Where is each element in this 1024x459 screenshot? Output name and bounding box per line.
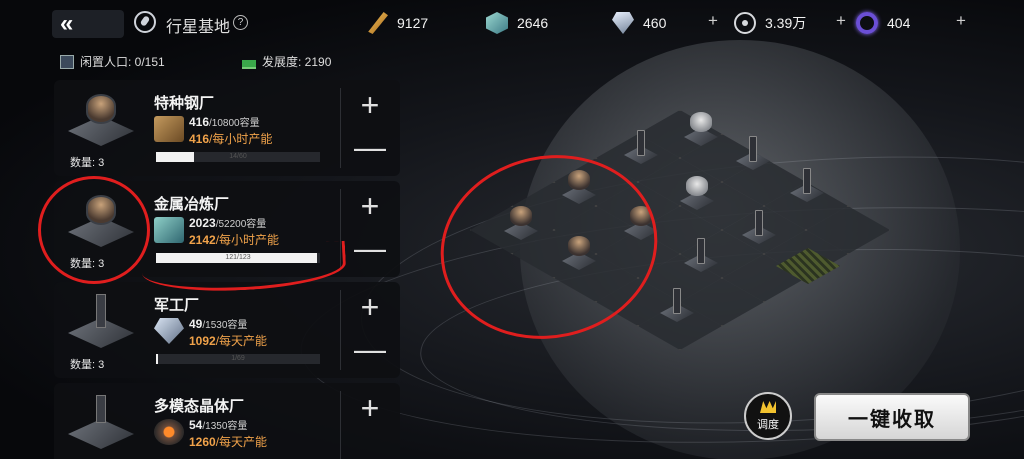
resource-value: 2646	[517, 15, 549, 31]
factory-name: 多模态晶体厂	[154, 398, 245, 415]
atom-icon	[734, 12, 756, 34]
factory-capacity: 49/1530容量	[189, 317, 248, 331]
collect-all-label: 一键收取	[848, 408, 936, 431]
factory-rate: 1092/每天产能	[189, 334, 268, 348]
dispatch-label: 调度	[757, 419, 779, 431]
top-bar: « 行星基地 ? 9127 2646 460 + 3.39万 + 404 +	[0, 0, 1024, 46]
factory-capacity: 416/10800容量	[189, 115, 260, 129]
crystal-core-icon	[154, 419, 184, 445]
growth-chart-icon	[242, 54, 256, 69]
add-ring-button[interactable]: +	[956, 11, 966, 31]
back-button[interactable]: «	[52, 10, 124, 38]
crown-icon	[760, 401, 776, 413]
factory-progress-bar: 14/60	[156, 152, 320, 162]
crystal-icon	[612, 12, 634, 34]
factory-controls: + —	[348, 185, 392, 269]
population-icon	[60, 54, 74, 69]
resource-value: 9127	[397, 15, 429, 31]
resource-cube: 2646	[486, 9, 548, 37]
collect-all-button[interactable]: 一键收取	[814, 393, 970, 441]
resource-ring: 404	[856, 9, 910, 37]
remove-factory-button[interactable]: —	[354, 328, 386, 370]
resource-value: 3.39万	[765, 15, 807, 31]
feather-icon	[368, 12, 388, 34]
factory-image	[68, 92, 134, 146]
armament-crystal-icon	[154, 318, 184, 344]
factory-count: 数量: 3	[70, 157, 105, 169]
ring-icon	[856, 12, 878, 34]
factory-capacity: 2023/52200容量	[189, 216, 267, 230]
resource-atom: 3.39万	[734, 9, 806, 37]
factory-card-multimodal-crystal[interactable]: 多模态晶体厂 54/1350容量 1260/每天产能 +	[54, 383, 400, 459]
factory-name: 特种钢厂	[154, 95, 215, 112]
cube-icon	[486, 12, 508, 34]
highlight-circle	[38, 176, 150, 284]
factory-image	[68, 395, 134, 449]
resource-value: 404	[887, 15, 911, 31]
resource-value: 460	[643, 15, 667, 31]
development-level: 发展度: 2190	[242, 53, 331, 70]
remove-factory-button[interactable]: —	[354, 227, 386, 269]
factory-controls: + —	[348, 84, 392, 168]
factory-count: 数量: 3	[70, 359, 105, 371]
back-icon: «	[60, 10, 74, 37]
add-atom-button[interactable]: +	[836, 11, 846, 31]
factory-rate: 416/每小时产能	[189, 132, 273, 146]
help-icon[interactable]: ?	[233, 15, 248, 30]
factory-controls: + —	[348, 286, 392, 370]
dispatch-button[interactable]: 调度	[744, 392, 792, 440]
idle-population-text: 闲置人口: 0/151	[80, 55, 165, 69]
add-factory-button[interactable]: +	[361, 185, 380, 227]
factory-rate: 1260/每天产能	[189, 435, 268, 449]
factory-card-military[interactable]: 数量: 3 军工厂 49/1530容量 1092/每天产能 1/69 + —	[54, 282, 400, 378]
rocket-icon	[134, 11, 156, 33]
steel-crate-icon	[154, 116, 184, 142]
factory-capacity: 54/1350容量	[189, 418, 248, 432]
factory-controls: +	[348, 387, 392, 429]
remove-factory-button[interactable]: —	[354, 126, 386, 168]
factory-card-special-steel[interactable]: 数量: 3 特种钢厂 416/10800容量 416/每小时产能 14/60 +…	[54, 80, 400, 176]
idle-population: 闲置人口: 0/151	[60, 53, 165, 70]
add-factory-button[interactable]: +	[361, 84, 380, 126]
factory-name: 金属冶炼厂	[154, 196, 230, 213]
factory-name: 军工厂	[154, 297, 200, 314]
development-text: 发展度: 2190	[262, 55, 332, 69]
factory-image	[68, 294, 134, 348]
add-factory-button[interactable]: +	[361, 286, 380, 328]
resource-feather: 9127	[366, 9, 428, 37]
resource-crystal: 460	[612, 9, 666, 37]
page-title: 行星基地	[166, 19, 231, 36]
add-factory-button[interactable]: +	[361, 387, 380, 429]
metal-cube-icon	[154, 217, 184, 243]
add-crystal-button[interactable]: +	[708, 11, 718, 31]
factory-progress-bar: 1/69	[156, 354, 320, 364]
